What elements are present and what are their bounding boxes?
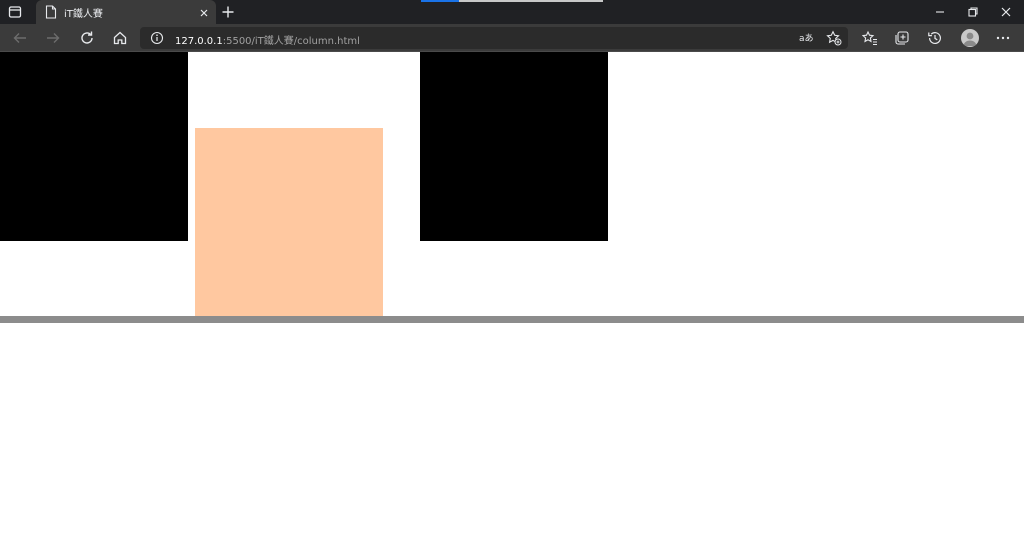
home-icon	[113, 31, 127, 45]
peach-box	[195, 128, 383, 316]
url-text[interactable]: 127.0.0.1:5500/iT鐵人賽/column.html	[175, 32, 360, 47]
restore-button[interactable]	[966, 5, 980, 19]
black-box-right	[420, 52, 608, 241]
url-host: 127.0.0.1	[175, 36, 223, 47]
svg-text:aあ: aあ	[799, 33, 814, 44]
minimize-button[interactable]	[933, 5, 947, 19]
page-icon	[45, 5, 57, 19]
new-tab-button[interactable]	[221, 5, 235, 19]
url-path: :5500/iT鐵人賽/column.html	[222, 36, 360, 47]
home-button[interactable]	[112, 30, 128, 46]
favorites-icon	[862, 30, 877, 46]
black-box-left	[0, 52, 188, 241]
tab-close-icon[interactable]	[198, 6, 210, 18]
info-icon[interactable]	[150, 31, 164, 45]
gray-divider	[0, 316, 1024, 323]
page-content	[0, 52, 1024, 545]
profile-avatar[interactable]	[961, 29, 979, 47]
tab-strip: iT鐵人賽	[0, 0, 1024, 24]
refresh-icon	[81, 31, 93, 44]
forward-icon	[47, 33, 60, 43]
refresh-button[interactable]	[79, 30, 95, 46]
plus-icon	[222, 6, 234, 18]
tab-title: iT鐵人賽	[64, 9, 103, 20]
more-icon	[996, 36, 1010, 40]
read-aloud-icon[interactable]: aあ	[799, 31, 815, 45]
back-button[interactable]	[12, 30, 28, 46]
star-plus-icon[interactable]	[826, 30, 842, 46]
favorites-button[interactable]	[862, 30, 878, 46]
address-bar[interactable]: 127.0.0.1:5500/iT鐵人賽/column.html aあ	[140, 27, 848, 49]
loading-track	[459, 0, 603, 2]
restore-icon	[968, 7, 978, 17]
browser-toolbar: 127.0.0.1:5500/iT鐵人賽/column.html aあ	[0, 24, 1024, 52]
more-button[interactable]	[995, 30, 1011, 46]
back-icon	[13, 33, 26, 43]
close-window-button[interactable]	[999, 5, 1013, 19]
collections-icon	[895, 31, 909, 45]
collections-button[interactable]	[894, 30, 910, 46]
history-button[interactable]	[927, 30, 943, 46]
history-icon	[928, 32, 941, 44]
browser-tab[interactable]: iT鐵人賽	[36, 0, 216, 24]
tab-actions-icon[interactable]	[8, 5, 22, 19]
minimize-icon	[936, 11, 944, 13]
loading-indicator	[421, 0, 459, 2]
forward-button[interactable]	[45, 30, 61, 46]
close-icon	[1001, 7, 1011, 17]
